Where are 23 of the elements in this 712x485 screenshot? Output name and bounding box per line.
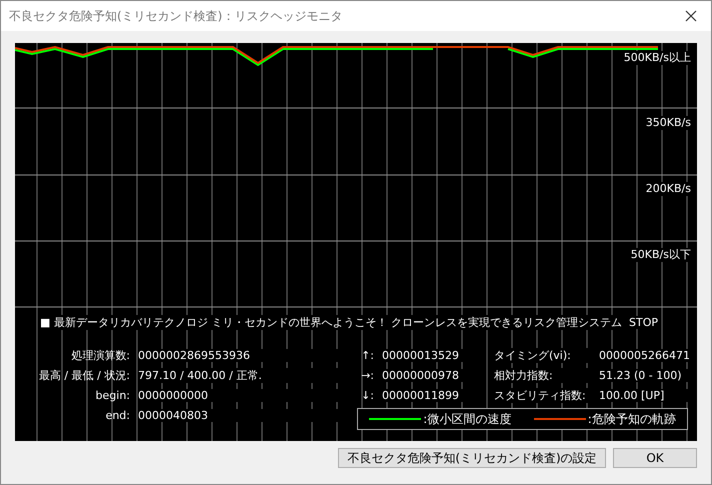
stat-label: 最高 / 最低 / 状況: xyxy=(38,368,130,382)
axis-label: 500KB/s以上 xyxy=(624,51,691,65)
axis-label: 200KB/s xyxy=(646,182,691,196)
stat-value: 0000000000 xyxy=(138,388,338,402)
status-text: STOP xyxy=(629,316,658,328)
stat-value: 797.10 / 400.00 / 正常. xyxy=(138,368,338,382)
counter-label: →: xyxy=(361,368,374,382)
stat-value: 0000040803 xyxy=(138,408,338,422)
stat-label: 処理演算数: xyxy=(71,348,130,362)
counter-label: ↓: xyxy=(361,388,374,402)
stat-value: 0000002869553936 xyxy=(138,348,338,362)
ok-button[interactable]: OK xyxy=(613,448,697,468)
legend-label: :危険予知の軌跡 xyxy=(588,410,676,428)
legend-label: :微小区間の速度 xyxy=(423,410,512,428)
window-title: 不良セクタ危険予知(ミリセカンド検査)：リスクヘッジモニタ xyxy=(9,8,342,24)
axis-label: 350KB/s xyxy=(646,116,691,130)
close-icon[interactable] xyxy=(685,10,697,22)
axis-label: 50KB/s以下 xyxy=(630,248,691,262)
counter-label: ↑: xyxy=(361,348,374,362)
stat-label: end: xyxy=(106,408,130,422)
welcome-message: ■ 最新データリカバリテクノロジ ミリ・セカンドの世界へようこそ！ クローンレスを実現できるリスク管理システム xyxy=(40,314,622,330)
stat-label: begin: xyxy=(96,388,130,402)
settings-button[interactable]: 不良セクタ危険予知(ミリセカンド検査)の設定 xyxy=(338,448,606,468)
